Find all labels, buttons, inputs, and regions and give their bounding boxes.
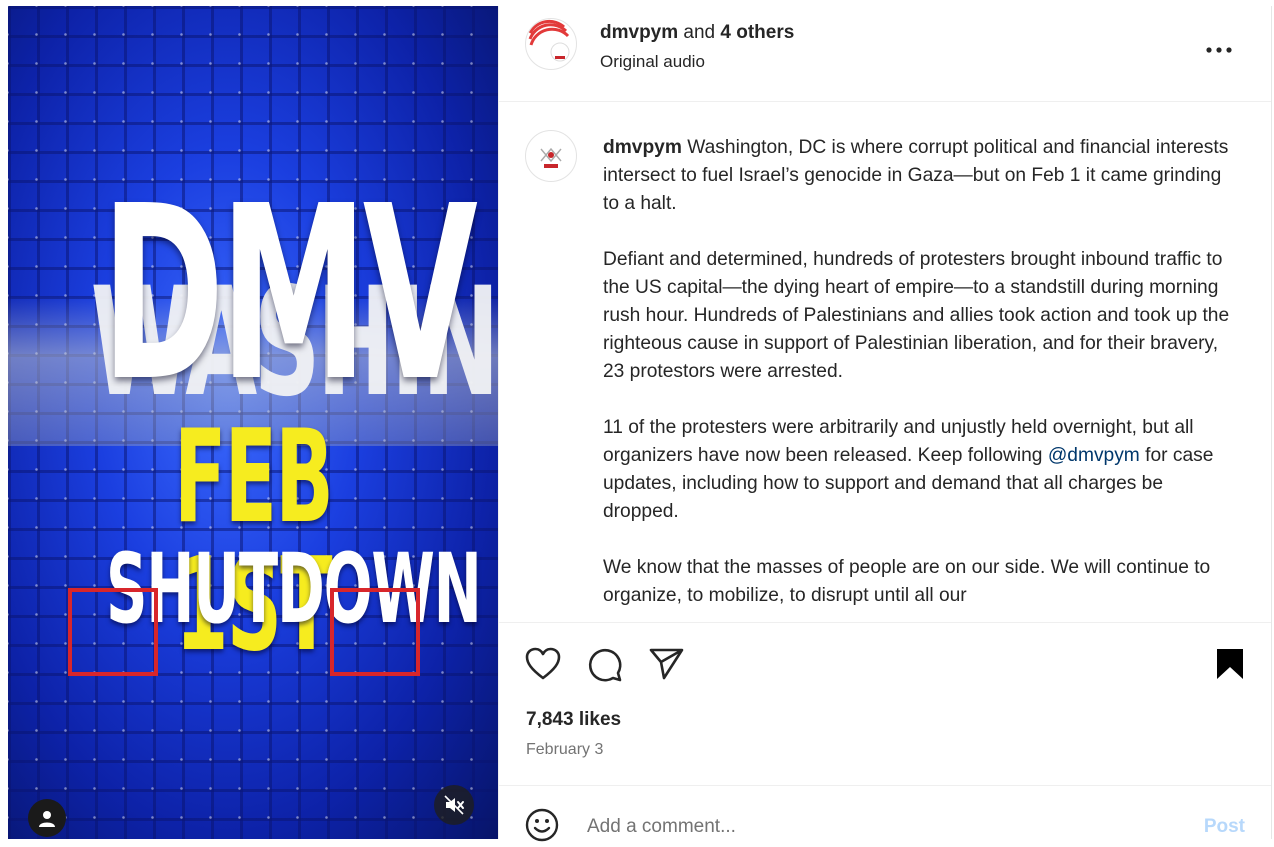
post-caption: dmvpym Washington, DC is where corrupt p…	[603, 134, 1233, 622]
avatar[interactable]	[525, 18, 577, 70]
post-header: dmvpym and 4 others Original audio	[499, 6, 1271, 102]
collab-others-link[interactable]: 4 others	[720, 22, 794, 43]
media-red-frame-right	[330, 588, 420, 676]
comment-input[interactable]: Add a comment...	[587, 816, 736, 838]
media-headline-dmv: DMV	[101, 154, 478, 434]
caption-paragraph-2: Defiant and determined, hundreds of prot…	[603, 249, 1230, 382]
media-red-frame-left	[68, 588, 158, 676]
post-media[interactable]: WASHINGTO DMV FEB 1ST SHUTDOWN	[8, 6, 498, 839]
post-comment-button[interactable]: Post	[1204, 816, 1245, 838]
more-horizontal-icon[interactable]	[1205, 30, 1233, 61]
audio-label[interactable]: Original audio	[600, 52, 705, 72]
author-username[interactable]: dmvpym	[600, 22, 678, 43]
post-date[interactable]: February 3	[526, 741, 603, 759]
comment-bar: Add a comment... Post	[499, 785, 1271, 842]
caption-username[interactable]: dmvpym	[603, 137, 682, 158]
post-author-line: dmvpym and 4 others	[600, 22, 794, 44]
instagram-post-window: WASHINGTO DMV FEB 1ST SHUTDOWN	[0, 0, 1274, 842]
caption-paragraph-4: We know that the masses of people are on…	[603, 557, 1211, 606]
share-icon[interactable]	[649, 647, 685, 686]
volume-muted-icon[interactable]	[434, 785, 474, 825]
collab-joiner: and	[678, 22, 721, 43]
avatar[interactable]	[525, 130, 577, 182]
panel-border	[1271, 6, 1272, 839]
heart-icon[interactable]	[525, 647, 561, 686]
action-bar	[499, 622, 1271, 683]
emoji-icon[interactable]	[525, 808, 559, 847]
user-icon[interactable]	[28, 799, 66, 837]
comment-icon[interactable]	[587, 647, 623, 688]
post-details-panel: dmvpym and 4 others Original audio dmvpy…	[498, 6, 1271, 842]
mention-link[interactable]: @dmvpym	[1048, 445, 1140, 466]
caption-area: dmvpym Washington, DC is where corrupt p…	[499, 102, 1271, 622]
bookmark-icon[interactable]	[1215, 647, 1245, 686]
caption-paragraph-1: Washington, DC is where corrupt politica…	[603, 137, 1229, 214]
likes-count[interactable]: 7,843 likes	[526, 709, 621, 731]
